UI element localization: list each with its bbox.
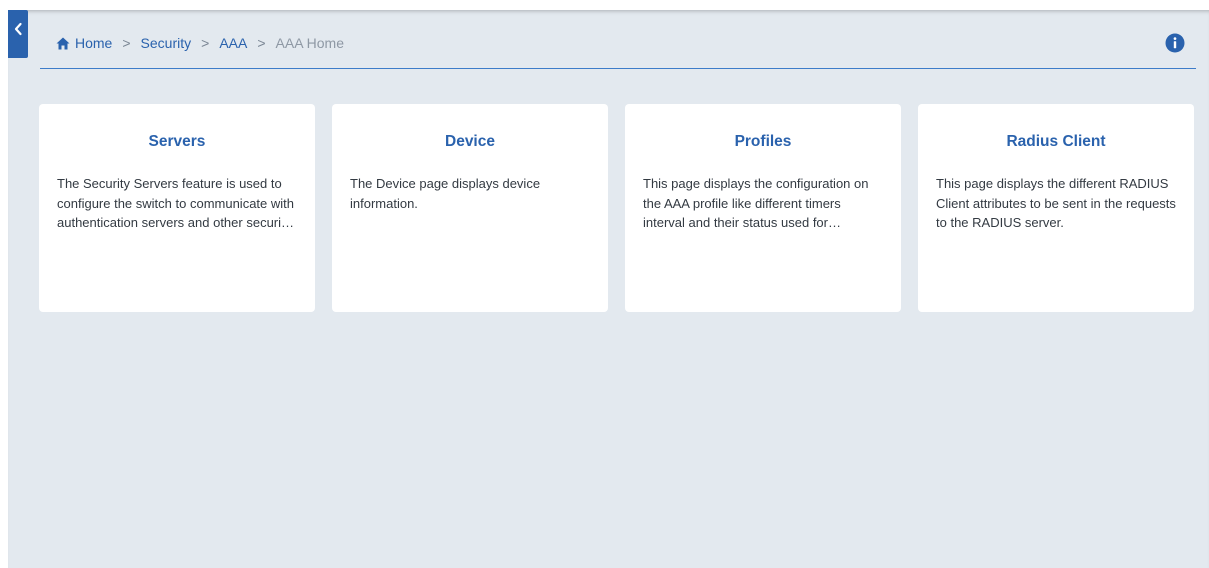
breadcrumb-separator: > [122,35,131,51]
breadcrumb: Home > Security > AAA > AAA Home [56,34,344,52]
chevron-left-icon [14,22,22,36]
breadcrumb-separator: > [257,35,266,51]
card-profiles[interactable]: Profiles This page displays the configur… [625,104,901,312]
card-title: Device [445,133,495,150]
card-description: The Device page displays device informat… [350,176,541,211]
sidebar-collapse-button[interactable] [8,10,28,58]
breadcrumb-aaa[interactable]: AAA [219,35,247,51]
card-title: Radius Client [1006,133,1106,150]
card-description: This page displays the configuration on … [643,176,869,230]
card-description: The Security Servers feature is used to … [57,176,294,230]
card-device[interactable]: Device The Device page displays device i… [332,104,608,312]
card-radius-client[interactable]: Radius Client This page displays the dif… [918,104,1194,312]
card-title: Servers [148,133,206,150]
card-servers[interactable]: Servers The Security Servers feature is … [39,104,315,312]
breadcrumb-home[interactable]: Home [75,35,112,51]
breadcrumb-current: AAA Home [275,35,344,51]
header-divider [40,68,1196,69]
card-title: Profiles [734,133,792,150]
home-icon[interactable] [56,37,70,50]
card-description: This page displays the different RADIUS … [936,176,1176,230]
breadcrumb-separator: > [201,35,210,51]
breadcrumb-security[interactable]: Security [141,35,192,51]
info-icon[interactable] [1165,33,1185,53]
